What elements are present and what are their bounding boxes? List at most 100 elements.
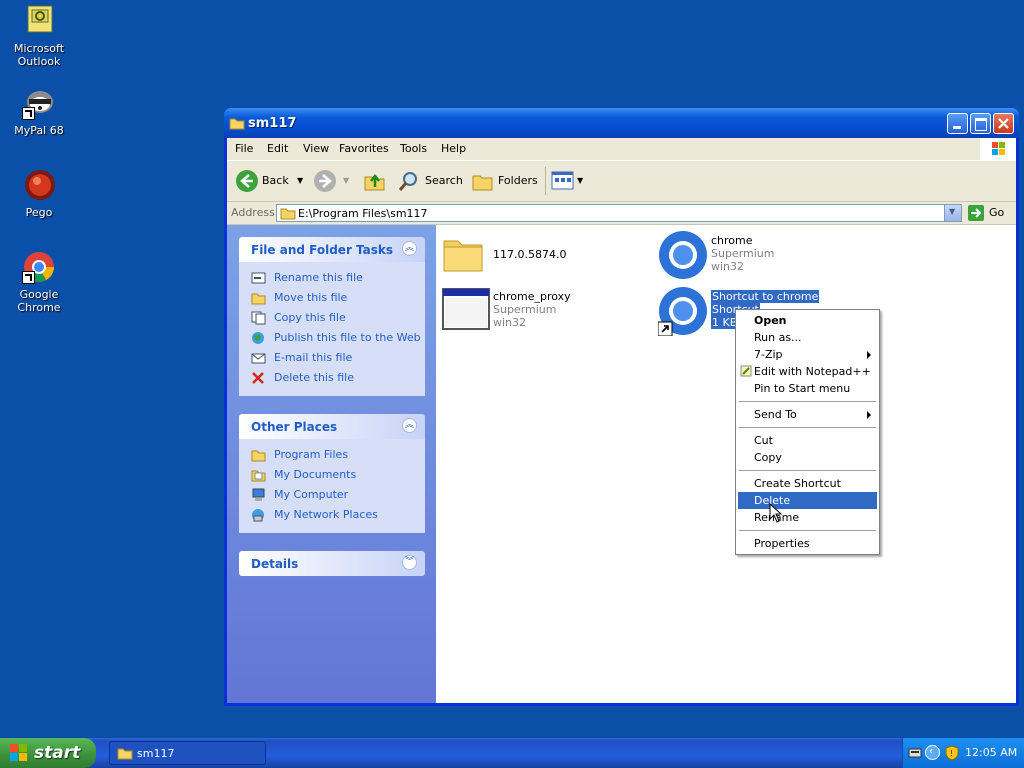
up-folder-icon xyxy=(364,173,385,191)
task-rename[interactable]: Rename this file xyxy=(239,268,425,288)
menu-view[interactable]: View xyxy=(303,142,329,155)
ctx-run-as[interactable]: Run as... xyxy=(738,329,877,346)
menu-separator xyxy=(739,470,876,471)
task-delete[interactable]: Delete this file xyxy=(239,368,425,388)
system-tray: ‹ ! 12:05 AM xyxy=(902,738,1024,768)
address-value: E:\Program Files\sm117 xyxy=(298,207,428,220)
menu-tools[interactable]: Tools xyxy=(400,142,427,155)
context-menu: Open Run as... 7-Zip Edit with Notepad++… xyxy=(735,309,880,555)
chevron-left-icon: ‹ xyxy=(929,746,934,757)
menu-separator xyxy=(739,427,876,428)
go-arrow-icon xyxy=(968,205,984,221)
ctx-create-shortcut[interactable]: Create Shortcut xyxy=(738,475,877,492)
rename-icon xyxy=(251,271,266,285)
collapse-icon[interactable]: ︽ xyxy=(402,241,417,256)
file-name: Shortcut to chrome xyxy=(711,290,820,303)
desktop-icon-pego[interactable]: Pego xyxy=(0,168,78,219)
ctx-copy[interactable]: Copy xyxy=(738,449,877,466)
close-button[interactable] xyxy=(993,113,1014,134)
chevron-down-icon: ▼ xyxy=(949,207,956,216)
minimize-button[interactable] xyxy=(947,113,968,134)
task-copy[interactable]: Copy this file xyxy=(239,308,425,328)
keyboard-icon[interactable] xyxy=(908,747,922,759)
folders-button[interactable]: Folders xyxy=(471,169,541,193)
window-body: File Edit View Favorites Tools Help Back… xyxy=(227,138,1016,703)
file-item[interactable]: chrome Supermium win32 xyxy=(658,230,858,280)
collapse-icon[interactable]: ︽ xyxy=(402,418,417,433)
desktop-icon-label: Pego xyxy=(25,206,53,219)
panel-header[interactable]: File and Folder Tasks ︽ xyxy=(239,237,425,262)
chevron-down-icon: ▼ xyxy=(297,176,304,185)
expand-icon[interactable]: ︾ xyxy=(402,555,417,570)
ctx-7zip[interactable]: 7-Zip xyxy=(738,346,877,363)
panel-header[interactable]: Other Places ︽ xyxy=(239,414,425,439)
place-label: Program Files xyxy=(274,448,349,461)
place-my-documents[interactable]: My Documents xyxy=(239,465,425,485)
ctx-open[interactable]: Open xyxy=(738,312,877,329)
notepadpp-icon xyxy=(740,365,752,377)
clock[interactable]: 12:05 AM xyxy=(965,746,1017,759)
menu-help[interactable]: Help xyxy=(441,142,466,155)
search-button[interactable]: Search xyxy=(397,169,463,193)
folder-icon xyxy=(229,116,245,133)
details-panel: Details ︾ xyxy=(239,551,425,576)
place-program-files[interactable]: Program Files xyxy=(239,445,425,465)
close-icon xyxy=(998,118,1009,129)
task-publish[interactable]: Publish this file to the Web xyxy=(239,328,425,348)
forward-arrow-icon xyxy=(314,170,336,192)
chromium-icon xyxy=(658,287,707,336)
address-input[interactable]: E:\Program Files\sm117 ▼ xyxy=(276,204,962,222)
mouse-cursor-icon xyxy=(769,503,783,523)
back-label: Back xyxy=(262,174,289,187)
menu-favorites[interactable]: Favorites xyxy=(339,142,389,155)
back-button[interactable]: Back ▼ xyxy=(235,169,305,193)
views-button[interactable]: ▼ xyxy=(551,169,585,193)
file-item[interactable]: 117.0.5874.0 xyxy=(442,233,652,277)
task-pane: File and Folder Tasks ︽ Rename this file… xyxy=(227,225,436,703)
ctx-send-to[interactable]: Send To xyxy=(738,406,877,423)
go-button[interactable]: Go xyxy=(967,204,1013,222)
task-label: E-mail this file xyxy=(274,351,353,364)
ctx-label: Edit with Notepad++ xyxy=(754,365,871,378)
pego-icon xyxy=(22,168,56,202)
place-my-computer[interactable]: My Computer xyxy=(239,485,425,505)
task-label: Rename this file xyxy=(274,271,363,284)
folder-icon xyxy=(251,448,266,462)
desktop-icon-label: Microsoft Outlook xyxy=(13,42,65,68)
ctx-rename[interactable]: Rename xyxy=(738,509,877,526)
start-button[interactable]: start xyxy=(0,738,96,768)
security-shield-icon[interactable]: ! xyxy=(945,745,959,761)
folder-icon xyxy=(443,240,483,272)
task-move[interactable]: Move this file xyxy=(239,288,425,308)
menu-file[interactable]: File xyxy=(235,142,253,155)
task-email[interactable]: E-mail this file xyxy=(239,348,425,368)
ctx-pin-start[interactable]: Pin to Start menu xyxy=(738,380,877,397)
chevron-down-icon: ▼ xyxy=(577,176,584,185)
other-places-panel: Other Places ︽ Program Files My Document… xyxy=(239,414,425,533)
globe-icon xyxy=(251,331,266,345)
file-item[interactable]: chrome_proxy Supermium win32 xyxy=(442,287,642,337)
panel-header[interactable]: Details ︾ xyxy=(239,551,425,576)
file-name: chrome_proxy xyxy=(493,290,571,303)
ctx-delete[interactable]: Delete xyxy=(738,492,877,509)
menu-edit[interactable]: Edit xyxy=(267,142,288,155)
forward-button[interactable]: ▼ xyxy=(313,169,353,193)
address-dropdown-button[interactable]: ▼ xyxy=(944,205,961,221)
taskbar-window-button[interactable]: sm117 xyxy=(109,741,266,765)
maximize-button[interactable] xyxy=(970,113,991,134)
desktop-icon-outlook[interactable]: Microsoft Outlook xyxy=(0,4,78,68)
ctx-cut[interactable]: Cut xyxy=(738,432,877,449)
panel-title: Details xyxy=(251,557,299,571)
folders-icon xyxy=(472,175,493,191)
up-folder-button[interactable] xyxy=(363,169,389,193)
ctx-edit-notepadpp[interactable]: Edit with Notepad++ xyxy=(738,363,877,380)
windows-logo-icon xyxy=(980,138,1016,160)
title-bar[interactable]: sm117 xyxy=(224,108,1019,138)
place-my-network-places[interactable]: My Network Places xyxy=(239,505,425,525)
desktop-icon-chrome[interactable]: Google Chrome xyxy=(0,250,78,314)
desktop-icon-mypal[interactable]: MyPal 68 xyxy=(0,86,78,137)
toolbar: Back ▼ ▼ Search Folders ▼ xyxy=(227,161,1016,202)
tray-expand-button[interactable]: ‹ xyxy=(925,745,940,760)
submenu-arrow-icon xyxy=(867,411,871,419)
ctx-properties[interactable]: Properties xyxy=(738,535,877,552)
